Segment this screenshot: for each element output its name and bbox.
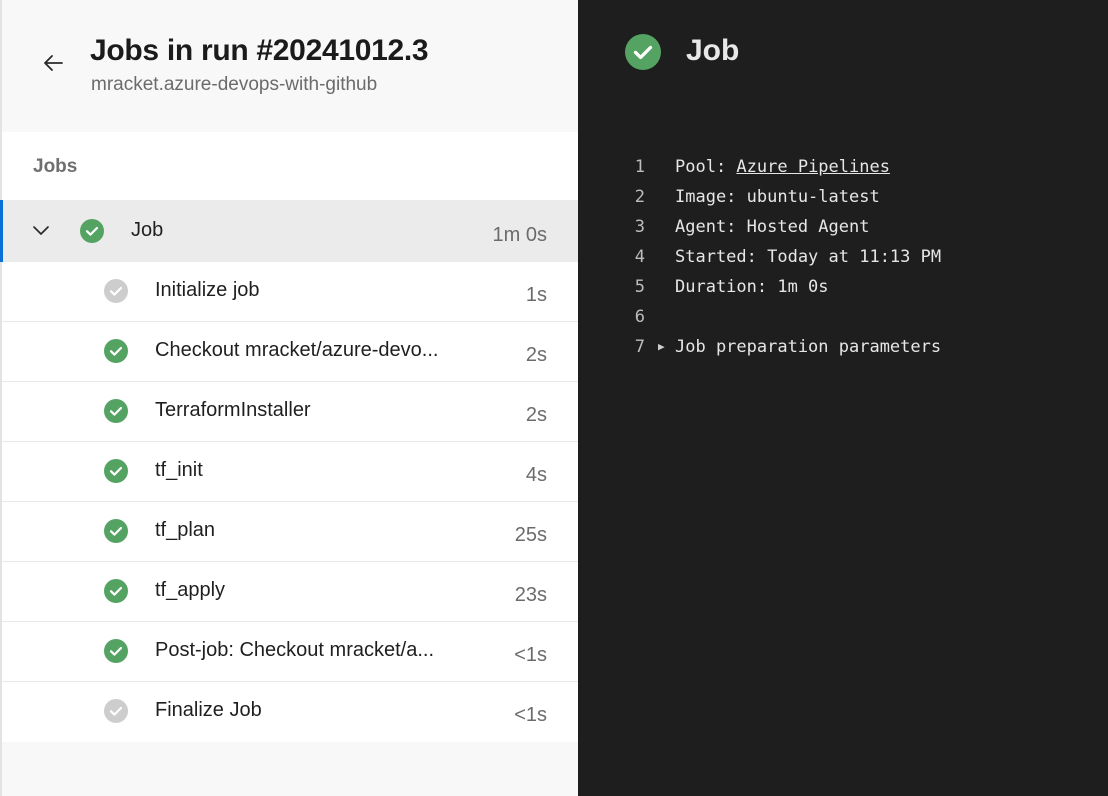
step-row[interactable]: Post-job: Checkout mracket/a... <1s (2, 622, 578, 682)
step-row[interactable]: Checkout mracket/azure-devo... 2s (2, 322, 578, 382)
line-number: 4 (634, 247, 645, 267)
log-line: 5 Duration: 1m 0s (578, 272, 1108, 302)
step-row[interactable]: tf_init 4s (2, 442, 578, 502)
check-circle-icon (104, 519, 128, 543)
page-title: Jobs in run #20241012.3 (90, 34, 429, 67)
line-number: 1 (634, 157, 645, 177)
log-text: Started: Today at 11:13 PM (675, 247, 942, 267)
step-row[interactable]: tf_plan 25s (2, 502, 578, 562)
step-duration: <1s (514, 704, 547, 726)
job-name: Job (131, 219, 164, 241)
step-row[interactable]: tf_apply 23s (2, 562, 578, 622)
triangle-right-icon[interactable]: ▶ (658, 332, 665, 362)
job-duration: 1m 0s (492, 224, 547, 246)
check-circle-icon (625, 34, 661, 75)
line-number: 3 (634, 217, 645, 237)
log-line: 6 (578, 302, 1108, 332)
job-row[interactable]: Job 1m 0s (0, 200, 578, 262)
step-name: Finalize Job (155, 699, 262, 721)
log-text: Duration: 1m 0s (675, 277, 829, 297)
line-number: 5 (634, 277, 645, 297)
step-duration: 1s (525, 284, 547, 306)
step-row[interactable]: Finalize Job <1s (2, 682, 578, 742)
page-header: Jobs in run #20241012.3 mracket.azure-de… (2, 0, 578, 132)
step-name: Checkout mracket/azure-devo... (155, 339, 439, 361)
check-circle-icon (104, 579, 128, 603)
chevron-down-icon[interactable] (31, 221, 51, 241)
line-number: 6 (634, 307, 645, 327)
line-number: 7 (634, 337, 645, 357)
step-name: tf_init (155, 459, 203, 481)
log-line-collapsible[interactable]: 7 ▶ Job preparation parameters (578, 332, 1108, 362)
step-row[interactable]: TerraformInstaller 2s (2, 382, 578, 442)
jobs-panel: Jobs Job 1m 0s Initialize job 1s Checkou… (0, 132, 578, 742)
log-text: Image: ubuntu-latest (675, 187, 880, 207)
jobs-heading: Jobs (33, 156, 78, 177)
line-number: 2 (634, 187, 645, 207)
log-text: Job preparation parameters (675, 337, 942, 357)
log-content: 1 Pool: Azure Pipelines 2 Image: ubuntu-… (578, 152, 1108, 362)
step-duration: 4s (525, 464, 547, 486)
check-circle-icon (104, 339, 128, 363)
jobs-sidebar: Jobs in run #20241012.3 mracket.azure-de… (0, 0, 578, 796)
detail-title: Job (686, 34, 740, 67)
step-duration: 23s (514, 584, 547, 606)
step-row[interactable]: Initialize job 1s (2, 262, 578, 322)
log-text: Agent: Hosted Agent (675, 217, 870, 237)
step-name: tf_apply (155, 579, 226, 601)
log-viewer: Job 1 Pool: Azure Pipelines 2 Image: ubu… (578, 0, 1108, 796)
log-text: Pool: (675, 157, 737, 177)
step-duration: 2s (525, 344, 547, 366)
arrow-left-icon (44, 55, 63, 71)
pool-link[interactable]: Azure Pipelines (736, 157, 890, 177)
check-circle-icon (104, 459, 128, 483)
step-name: tf_plan (155, 519, 216, 541)
log-line: 2 Image: ubuntu-latest (578, 182, 1108, 212)
log-line: 3 Agent: Hosted Agent (578, 212, 1108, 242)
check-circle-icon (104, 639, 128, 663)
step-duration: 2s (525, 404, 547, 426)
step-name: Post-job: Checkout mracket/a... (155, 639, 435, 661)
log-line: 4 Started: Today at 11:13 PM (578, 242, 1108, 272)
step-duration: <1s (514, 644, 547, 666)
step-duration: 25s (514, 524, 547, 546)
check-circle-neutral-icon (104, 279, 128, 303)
check-circle-neutral-icon (104, 699, 128, 723)
step-name: Initialize job (155, 279, 260, 301)
selected-indicator (0, 200, 3, 262)
check-circle-icon (80, 219, 104, 243)
check-circle-icon (104, 399, 128, 423)
step-list: Initialize job 1s Checkout mracket/azure… (2, 262, 578, 742)
page-subtitle: mracket.azure-devops-with-github (91, 74, 378, 95)
step-name: TerraformInstaller (155, 399, 311, 421)
back-button[interactable] (38, 48, 68, 78)
log-line: 1 Pool: Azure Pipelines (578, 152, 1108, 182)
